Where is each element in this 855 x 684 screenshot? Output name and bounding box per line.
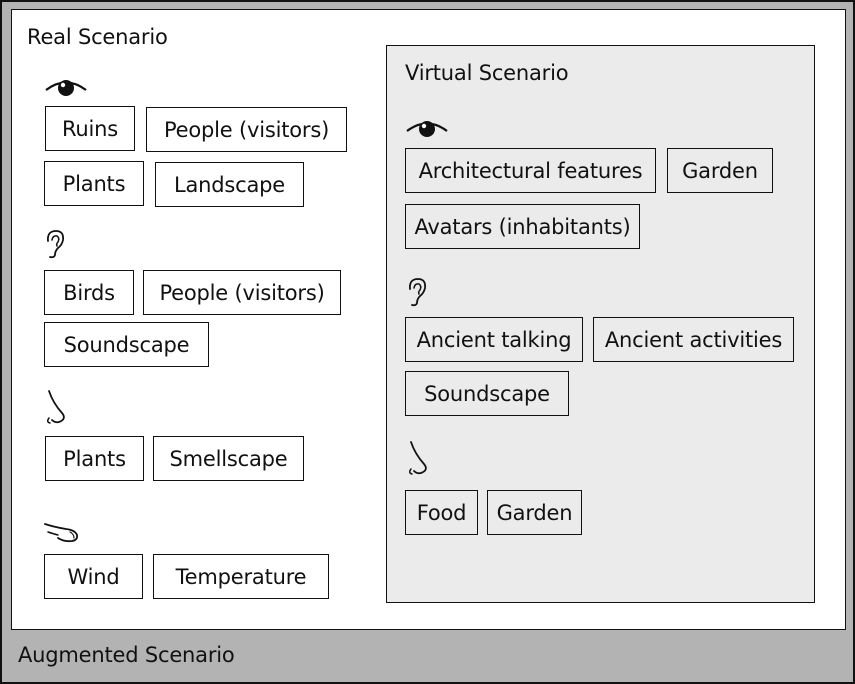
ear-icon <box>404 277 430 307</box>
real-sight-item: People (visitors) <box>146 107 347 152</box>
eye-icon <box>405 117 449 139</box>
real-sight-item: Landscape <box>155 162 304 207</box>
virtual-sight-item: Garden <box>667 148 773 193</box>
nose-icon <box>44 389 70 425</box>
eye-icon <box>44 76 88 98</box>
real-hearing-item: Birds <box>44 270 134 315</box>
virtual-sight-item: Avatars (inhabitants) <box>405 204 640 249</box>
augmented-scenario-title: Augmented Scenario <box>18 643 235 667</box>
virtual-scenario-title: Virtual Scenario <box>405 61 569 85</box>
virtual-sight-item: Architectural features <box>405 148 656 193</box>
real-touch-item: Temperature <box>153 554 329 599</box>
virtual-hearing-item: Ancient activities <box>593 317 794 362</box>
real-touch-item: Wind <box>44 554 143 599</box>
real-hearing-item: Soundscape <box>44 322 209 367</box>
virtual-hearing-item: Soundscape <box>405 371 569 416</box>
nose-icon <box>406 440 432 476</box>
virtual-smell-item: Garden <box>487 490 582 535</box>
real-sight-item: Plants <box>44 161 144 206</box>
real-hearing-item: People (visitors) <box>143 270 341 315</box>
real-sight-item: Ruins <box>45 106 135 151</box>
virtual-smell-item: Food <box>405 490 478 535</box>
real-smell-item: Smellscape <box>153 436 304 481</box>
real-scenario-title: Real Scenario <box>27 25 168 49</box>
real-smell-item: Plants <box>45 436 144 481</box>
hand-icon <box>44 520 80 548</box>
virtual-hearing-item: Ancient talking <box>405 317 583 362</box>
ear-icon <box>42 229 68 259</box>
